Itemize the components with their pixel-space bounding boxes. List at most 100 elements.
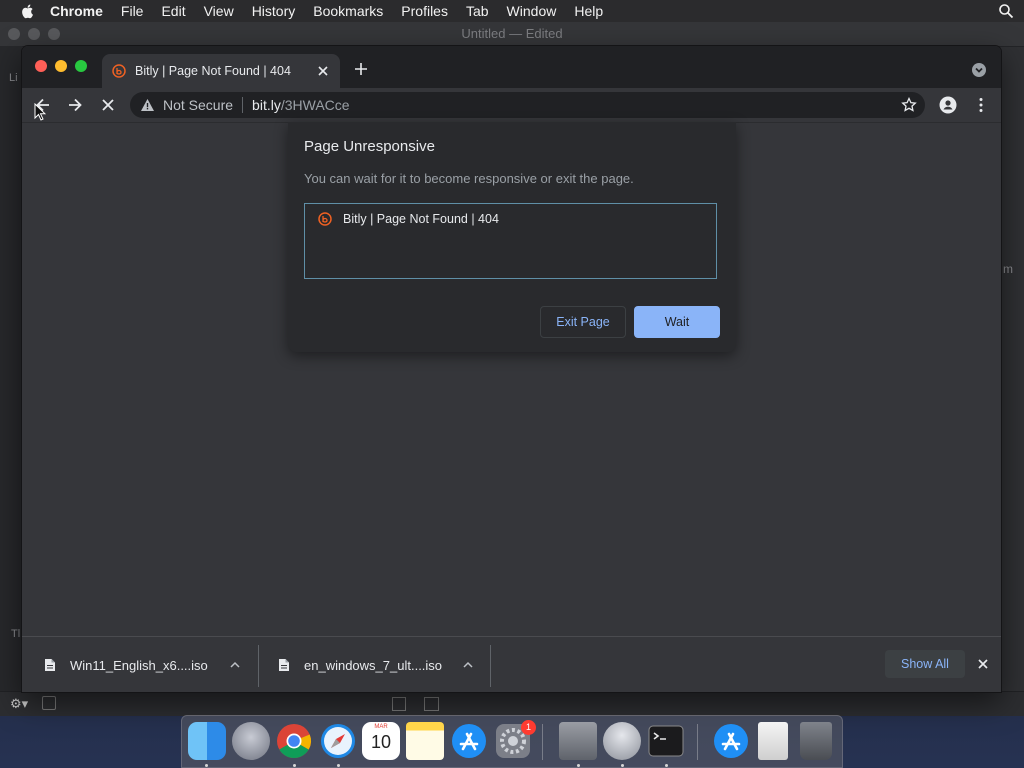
download-filename: en_windows_7_ult....iso [304, 657, 443, 673]
document-file-icon[interactable] [758, 722, 788, 760]
chevron-up-icon[interactable] [462, 659, 474, 671]
tab-search-chevron-icon[interactable] [972, 63, 986, 77]
background-window-titlebar: Untitled — Edited [0, 22, 1024, 47]
zoom-window-button[interactable] [75, 60, 87, 72]
page-layout-icon[interactable] [392, 697, 406, 711]
close-tab-icon[interactable] [317, 65, 329, 77]
close-shelf-icon[interactable] [977, 658, 989, 670]
download-shelf: Win11_English_x6....iso en_windows_7_ult… [22, 636, 1001, 692]
background-window-title: Untitled — Edited [461, 26, 563, 41]
forward-arrow-icon[interactable] [66, 96, 84, 114]
wrap-layout-icon[interactable] [424, 697, 439, 711]
menu-history[interactable]: History [252, 3, 296, 19]
menu-view[interactable]: View [204, 3, 234, 19]
running-indicator [577, 764, 580, 767]
exit-page-button[interactable]: Exit Page [540, 306, 626, 338]
window-controls [35, 60, 87, 72]
download-divider [258, 645, 259, 687]
background-window-statusbar: ⚙▾ [0, 691, 1024, 716]
running-indicator [293, 764, 296, 767]
trash-icon[interactable] [800, 722, 832, 760]
unresponsive-pages-list: Bitly | Page Not Found | 404 [304, 203, 717, 279]
new-tab-plus-icon[interactable] [354, 62, 368, 76]
file-icon [279, 659, 289, 671]
dialog-message: You can wait for it to become responsive… [304, 171, 634, 186]
browser-toolbar: Not Secure bit.ly /3HWACce [22, 88, 1001, 122]
tab-title: Bitly | Page Not Found | 404 [135, 64, 291, 78]
dock-separator [542, 724, 543, 760]
chrome-icon[interactable] [275, 722, 313, 760]
chrome-window: Bitly | Page Not Found | 404 Not Secure … [22, 46, 1001, 692]
security-status-text[interactable]: Not Secure [163, 97, 233, 113]
warning-triangle-icon[interactable] [140, 98, 155, 112]
running-indicator [621, 764, 624, 767]
show-all-downloads-button[interactable]: Show All [885, 650, 965, 678]
minimize-window-button[interactable] [55, 60, 67, 72]
automator-robot-icon[interactable] [603, 722, 641, 760]
launchpad-rocket-icon[interactable] [232, 722, 270, 760]
menu-window[interactable]: Window [507, 3, 557, 19]
edge-text-1: Li [9, 72, 18, 84]
bitly-icon [112, 64, 126, 78]
app-store-icon[interactable] [450, 722, 488, 760]
calendar-month: MAR [374, 724, 388, 730]
download-item[interactable]: en_windows_7_ult....iso [278, 637, 492, 692]
bitly-icon [318, 212, 332, 226]
background-window-controls [8, 28, 60, 40]
running-indicator [337, 764, 340, 767]
menu-help[interactable]: Help [574, 3, 603, 19]
bg-minimize-light[interactable] [28, 28, 40, 40]
tab-active[interactable]: Bitly | Page Not Found | 404 [102, 54, 340, 88]
background-window-sidebar-edge [0, 46, 22, 692]
download-divider [490, 645, 491, 687]
address-bar[interactable]: Not Secure bit.ly /3HWACce [130, 92, 925, 118]
running-indicator [665, 764, 668, 767]
kebab-menu-icon[interactable] [972, 96, 990, 114]
calendar-day: 10 [370, 732, 392, 752]
chevron-up-icon[interactable] [229, 659, 241, 671]
edge-text-3: Tl [11, 628, 21, 640]
list-item: Bitly | Page Not Found | 404 [305, 204, 716, 234]
app-store-icon[interactable] [712, 722, 750, 760]
dock: MAR 10 1 [181, 715, 843, 768]
menu-bar: Chrome File Edit View History Bookmarks … [0, 0, 1024, 22]
notes-icon[interactable] [406, 722, 444, 760]
bg-close-light[interactable] [8, 28, 20, 40]
checkbox-icon[interactable] [42, 696, 56, 710]
wait-button[interactable]: Wait [634, 306, 720, 338]
profile-avatar-icon[interactable] [939, 96, 957, 114]
url-path[interactable]: /3HWACce [281, 97, 350, 113]
dialog-title: Page Unresponsive [304, 138, 435, 155]
edge-text-2: m [1003, 262, 1013, 276]
menu-app-chrome[interactable]: Chrome [50, 3, 103, 19]
download-item[interactable]: Win11_English_x6....iso [44, 637, 258, 692]
bg-zoom-light[interactable] [48, 28, 60, 40]
download-filename: Win11_English_x6....iso [70, 657, 208, 673]
close-window-button[interactable] [35, 60, 47, 72]
gear-icon[interactable]: ⚙▾ [10, 696, 28, 712]
running-indicator [205, 764, 208, 767]
finder-icon[interactable] [188, 722, 226, 760]
tab-strip: Bitly | Page Not Found | 404 [22, 46, 1001, 88]
mouse-cursor-icon [34, 103, 46, 121]
calendar-icon[interactable]: MAR 10 [362, 722, 400, 760]
menu-bookmarks[interactable]: Bookmarks [313, 3, 383, 19]
list-item-title: Bitly | Page Not Found | 404 [343, 212, 499, 226]
page-unresponsive-dialog: Page Unresponsive You can wait for it to… [288, 122, 736, 352]
terminal-icon[interactable] [647, 722, 685, 760]
menu-tab[interactable]: Tab [466, 3, 489, 19]
apple-icon[interactable] [20, 3, 36, 19]
menu-file[interactable]: File [121, 3, 144, 19]
safari-compass-icon[interactable] [319, 722, 357, 760]
file-icon [45, 659, 55, 671]
menu-profiles[interactable]: Profiles [401, 3, 448, 19]
notification-badge: 1 [521, 720, 536, 735]
url-host[interactable]: bit.ly [252, 97, 281, 113]
menu-edit[interactable]: Edit [161, 3, 185, 19]
stop-loading-x-icon[interactable] [99, 96, 117, 114]
omnibox-divider [242, 97, 244, 113]
spotlight-search-icon[interactable] [998, 3, 1014, 19]
dock-separator [697, 724, 698, 760]
archive-utility-icon[interactable] [559, 722, 597, 760]
bookmark-star-icon[interactable] [901, 97, 917, 113]
